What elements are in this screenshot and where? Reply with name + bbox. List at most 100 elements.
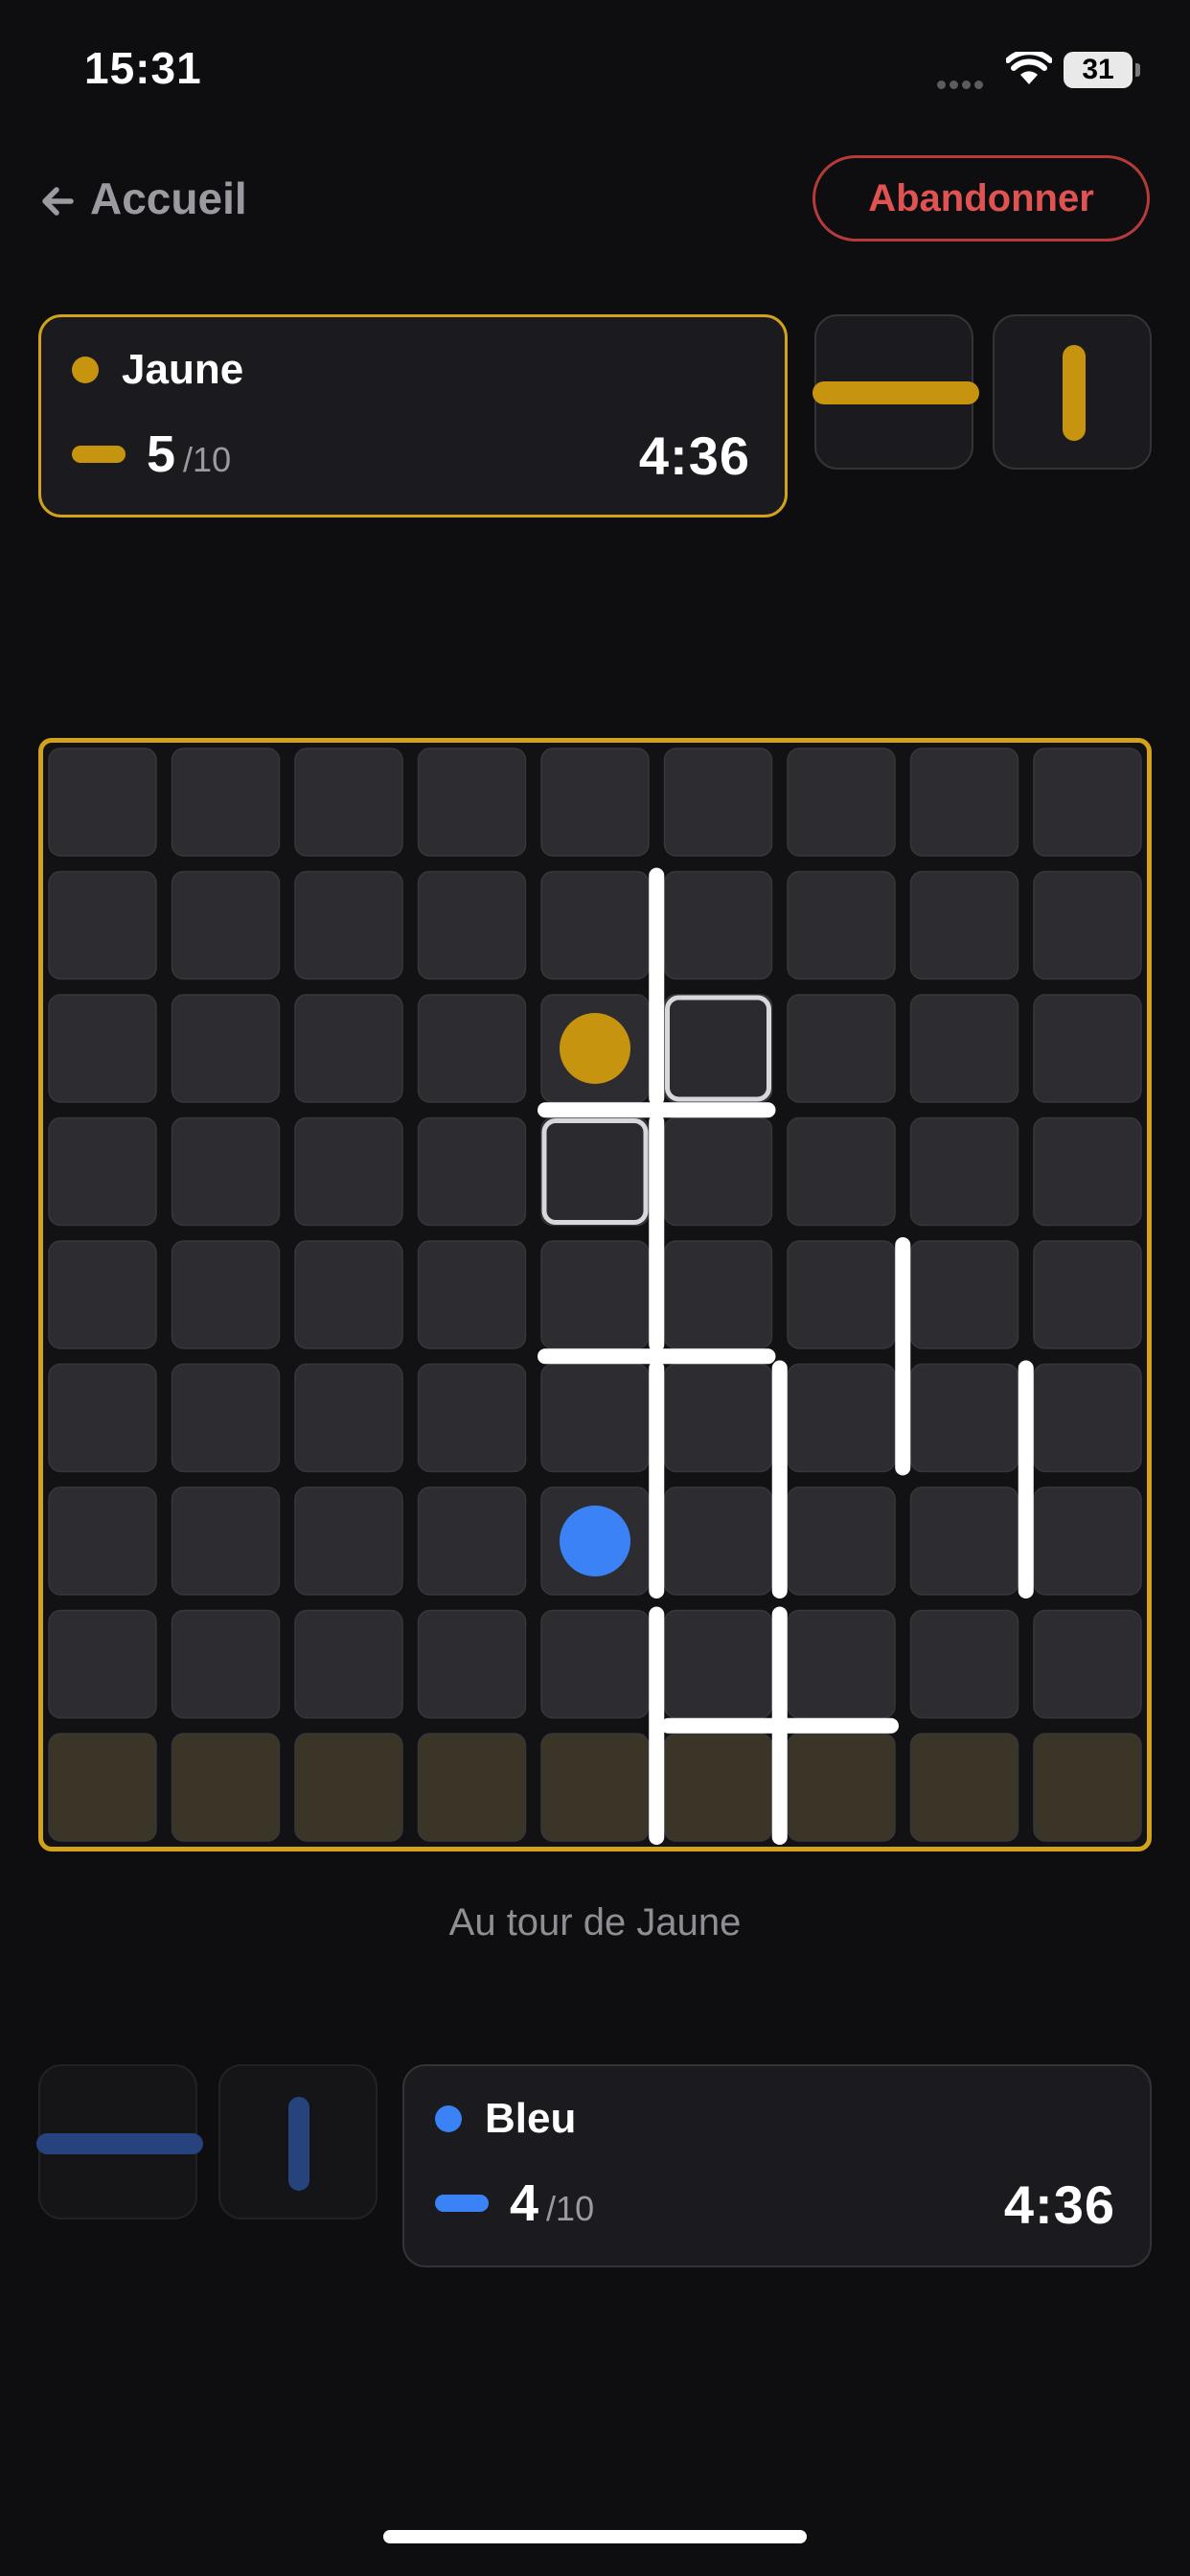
board-cell[interactable] [787,1486,896,1596]
board-cell[interactable] [1033,748,1142,857]
board-cell[interactable] [540,1609,650,1719]
board-cell[interactable] [171,748,281,857]
board-cell[interactable] [417,1486,527,1596]
board-cell[interactable] [909,870,1019,980]
board-cell[interactable] [540,1733,650,1842]
board-cell[interactable] [417,1240,527,1349]
board-cell[interactable] [787,1363,896,1473]
board-cell[interactable] [48,1116,157,1227]
board-cell[interactable] [48,994,157,1103]
board-cell[interactable] [1033,870,1142,980]
vertical-wall-icon [1063,345,1086,441]
board-cell[interactable] [294,1733,403,1842]
walls-total: /10 [183,440,232,479]
board-cell[interactable] [663,1609,773,1719]
home-indicator [383,2530,807,2543]
valid-move-cell[interactable] [541,1118,649,1225]
board-cell[interactable] [1033,1363,1142,1473]
board-cell[interactable] [909,994,1019,1103]
board-cell[interactable] [540,870,650,980]
board-cell[interactable] [417,1116,527,1227]
board-cell[interactable] [540,1363,650,1473]
horizontal-wall-button[interactable] [812,314,979,470]
cellular-signal-icon [937,77,993,89]
board-cell[interactable] [48,1733,157,1842]
board-cell[interactable] [1033,1486,1142,1596]
abandon-button[interactable]: Abandonner [812,155,1150,242]
pawn-bleu[interactable] [560,1506,630,1576]
board-cell[interactable] [1033,1733,1142,1842]
board-cell[interactable] [48,1486,157,1596]
board-cell[interactable] [787,1733,896,1842]
board-cell[interactable] [663,1240,773,1349]
board-cell[interactable] [663,870,773,980]
board-cell[interactable] [294,1363,403,1473]
board-cell[interactable] [294,1240,403,1349]
board-cell[interactable] [171,1733,281,1842]
back-home-link[interactable]: Accueil [38,172,247,224]
board-cell[interactable] [663,1363,773,1473]
board-cell[interactable] [909,1363,1019,1473]
board-cell[interactable] [1033,1609,1142,1719]
board-cell[interactable] [663,1733,773,1842]
board-cell[interactable] [909,1116,1019,1227]
board-cell[interactable] [1033,1116,1142,1227]
board-cell[interactable] [171,1240,281,1349]
board-cell[interactable] [417,870,527,980]
board-cell[interactable] [417,748,527,857]
vertical-wall-icon [288,2097,309,2191]
board-cell[interactable] [540,1240,650,1349]
board-grid[interactable] [43,743,1147,1847]
board-cell[interactable] [294,994,403,1103]
board-cell[interactable] [663,1116,773,1227]
valid-move-cell[interactable] [665,995,771,1102]
board-cell[interactable] [663,748,773,857]
board-cell[interactable] [48,748,157,857]
board-cell[interactable] [171,1363,281,1473]
board-cell[interactable] [171,1486,281,1596]
status-time: 15:31 [84,43,202,93]
board-cell[interactable] [909,1240,1019,1349]
board-cell[interactable] [294,1609,403,1719]
board-cell[interactable] [171,1116,281,1227]
board-cell[interactable] [294,870,403,980]
board-cell[interactable] [787,1240,896,1349]
board-cell[interactable] [787,1609,896,1719]
horizontal-wall-icon [36,2133,203,2154]
player-timer: 4:36 [638,426,750,486]
vertical-wall-button[interactable] [993,314,1152,470]
board-cell[interactable] [294,1486,403,1596]
walls-remaining-count: 4 [510,2174,539,2232]
board-cell[interactable] [909,1609,1019,1719]
board-cell[interactable] [1033,994,1142,1103]
board-cell[interactable] [909,748,1019,857]
board-cell[interactable] [909,1733,1019,1842]
board-cell[interactable] [909,1486,1019,1596]
board-cell[interactable] [48,1363,157,1473]
battery-nub [1135,63,1140,77]
board-cell[interactable] [294,1116,403,1227]
board-cell[interactable] [417,1363,527,1473]
board-cell[interactable] [787,994,896,1103]
board-cell[interactable] [48,1240,157,1349]
board-cell[interactable] [48,870,157,980]
board-cell[interactable] [417,1609,527,1719]
board-cell[interactable] [1033,1240,1142,1349]
board-cell[interactable] [417,994,527,1103]
game-board[interactable] [38,738,1152,1852]
board-cell[interactable] [171,870,281,980]
walls-remaining-icon [72,446,126,463]
board-cell[interactable] [540,748,650,857]
board-cell[interactable] [294,748,403,857]
player-color-dot [435,2105,462,2132]
board-cell[interactable] [171,1609,281,1719]
board-cell[interactable] [663,1486,773,1596]
board-cell[interactable] [787,870,896,980]
horizontal-wall-icon [812,381,979,404]
board-cell[interactable] [48,1609,157,1719]
board-cell[interactable] [787,748,896,857]
board-cell[interactable] [171,994,281,1103]
board-cell[interactable] [787,1116,896,1227]
pawn-jaune[interactable] [560,1013,630,1084]
board-cell[interactable] [417,1733,527,1842]
